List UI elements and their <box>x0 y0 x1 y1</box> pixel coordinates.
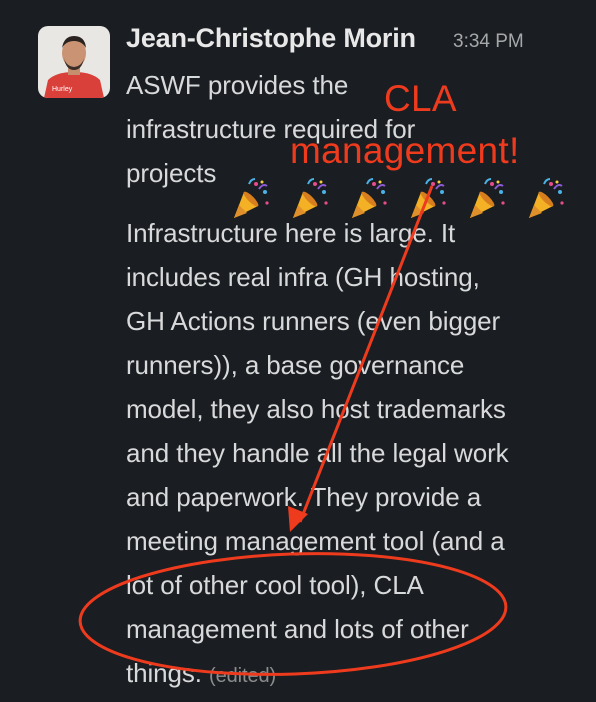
message-line: ASWF provides the <box>126 70 349 100</box>
edited-label: (edited) <box>209 665 277 687</box>
message-line: and they handle all the legal work <box>126 438 509 468</box>
party-popper-icon <box>468 176 506 220</box>
message-timestamp[interactable]: 3:34 PM <box>453 31 524 53</box>
message-line: projects <box>126 158 217 188</box>
annotation-text-management: management! <box>290 130 520 171</box>
message-line: meeting management tool (and a <box>126 526 505 556</box>
party-popper-icon <box>350 176 388 220</box>
annotation-text-cla: CLA <box>384 78 457 119</box>
party-popper-icon <box>527 176 565 220</box>
message-line: Infrastructure here is large. It <box>126 218 456 248</box>
party-popper-icon <box>291 176 329 220</box>
sender-name[interactable]: Jean-Christophe Morin <box>126 23 416 54</box>
message-line: management and lots of other <box>126 614 469 644</box>
party-popper-icon <box>409 176 447 220</box>
message-line: lot of other cool tool), CLA <box>126 570 424 600</box>
message-view: Hurley Jean-Christophe Morin 3:34 PM ASW… <box>0 0 596 702</box>
message-line: includes real infra (GH hosting, <box>126 262 480 292</box>
svg-text:Hurley: Hurley <box>52 86 73 93</box>
message-line: and paperwork. They provide a <box>126 482 482 512</box>
emoji-row <box>232 176 586 222</box>
avatar[interactable]: Hurley <box>38 26 110 98</box>
message-line: GH Actions runners (even bigger <box>126 306 501 336</box>
message-text: things. <box>126 658 202 688</box>
message-line-last: things. (edited) <box>126 658 276 689</box>
avatar-image: Hurley <box>38 26 110 98</box>
message-line: model, they also host trademarks <box>126 394 506 424</box>
party-popper-icon <box>232 176 270 220</box>
message-line: runners)), a base governance <box>126 350 465 380</box>
